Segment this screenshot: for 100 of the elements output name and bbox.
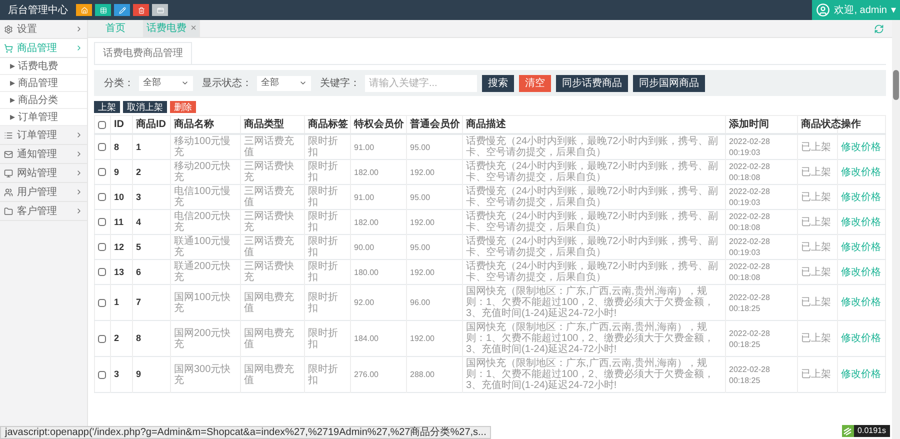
table-cell-text: 国网200元快充 bbox=[174, 328, 232, 350]
chevron-icon bbox=[75, 25, 83, 33]
edit-price-link[interactable]: 修改价格 bbox=[841, 369, 882, 380]
table-cell-text: 限时折扣 bbox=[308, 292, 339, 314]
row-checkbox[interactable] bbox=[98, 168, 106, 176]
edit-price-link[interactable]: 修改价格 bbox=[841, 333, 882, 344]
table-cell-text: 话费快充（24小时内到账，最晚72小时内到账，携号、副卡、空号请勿提交，后果自负） bbox=[466, 211, 720, 233]
table-cell-text: 2022-02-28 00:19:03 bbox=[729, 136, 771, 158]
table-cell-text: 95.00 bbox=[410, 142, 432, 152]
monitor-icon bbox=[4, 168, 13, 178]
table-cell-text: 话费慢充（24小时内到账，最晚72小时内到账，携号、副卡、空号请勿提交，后果自负） bbox=[466, 186, 720, 208]
row-checkbox[interactable] bbox=[98, 243, 106, 251]
table-cell-text: 91.00 bbox=[354, 142, 376, 152]
bulk-action-button[interactable]: 上架 bbox=[94, 101, 120, 113]
chevron-down-icon bbox=[181, 79, 189, 87]
chevron-icon bbox=[75, 150, 83, 158]
table-cell-text: 联通100元慢充 bbox=[174, 236, 232, 258]
select-all-checkbox[interactable] bbox=[98, 120, 106, 128]
table-cell-text: 三网话费充值 bbox=[244, 136, 295, 158]
sidebar-item[interactable]: 订单管理 bbox=[0, 126, 87, 145]
edit-price-link[interactable]: 修改价格 bbox=[841, 166, 882, 178]
panel-tab[interactable]: 话费电费商品管理 bbox=[94, 42, 192, 64]
edit-price-link[interactable]: 修改价格 bbox=[841, 192, 882, 202]
row-checkbox[interactable] bbox=[98, 218, 106, 226]
sidebar-item[interactable]: 用户管理 bbox=[0, 183, 87, 202]
table-cell-text: 9 bbox=[136, 369, 142, 380]
window-icon bbox=[156, 6, 164, 14]
status-select[interactable]: 全部 bbox=[257, 76, 311, 90]
row-checkbox[interactable] bbox=[98, 143, 106, 151]
edit-price-link[interactable]: 修改价格 bbox=[841, 266, 882, 278]
row-checkbox[interactable] bbox=[98, 268, 106, 276]
quick-button[interactable] bbox=[133, 4, 149, 16]
scrollbar[interactable] bbox=[892, 20, 900, 439]
envelope-icon bbox=[4, 150, 13, 158]
table-cell-text: 6 bbox=[136, 266, 142, 278]
sidebar-subitem[interactable]: ▸ 订单管理 bbox=[0, 109, 87, 126]
filter-button[interactable]: 同步国网商品 bbox=[633, 74, 705, 92]
sidebar-item[interactable]: 客户管理 bbox=[0, 202, 87, 221]
table-cell-text: 192.00 bbox=[410, 216, 436, 228]
table-cell-text: 国网300元快充 bbox=[174, 364, 232, 386]
page-tab[interactable]: 话费电费 × bbox=[144, 20, 200, 37]
close-button[interactable]: × bbox=[190, 21, 196, 36]
column-header: 商品ID bbox=[132, 116, 170, 134]
chevron-icon bbox=[75, 188, 83, 196]
table-cell-text: 已上架 bbox=[801, 242, 832, 252]
table-cell-text: 2022-02-28 00:18:08 bbox=[729, 161, 771, 183]
edit-price-link[interactable]: 修改价格 bbox=[841, 216, 882, 228]
column-header: 特权会员价 bbox=[350, 116, 406, 134]
row-checkbox[interactable] bbox=[98, 370, 106, 378]
row-checkbox[interactable] bbox=[98, 298, 106, 306]
gear-icon bbox=[4, 24, 13, 34]
filter-button[interactable]: 搜索 bbox=[482, 74, 514, 92]
table-cell-text: 182.00 bbox=[354, 166, 380, 178]
timer-badge: 0.0191s bbox=[854, 425, 890, 437]
table-cell-text: 12 bbox=[114, 242, 126, 252]
refresh-icon[interactable] bbox=[874, 24, 884, 34]
table-cell-text: 已上架 bbox=[801, 369, 832, 380]
sidebar-item[interactable]: 网站管理 bbox=[0, 164, 87, 183]
category-select[interactable]: 全部 bbox=[139, 76, 193, 90]
bulk-action-button[interactable]: 删除 bbox=[170, 101, 196, 113]
row-checkbox[interactable] bbox=[98, 334, 106, 342]
row-checkbox[interactable] bbox=[98, 193, 106, 201]
sidebar-item[interactable]: 通知管理 bbox=[0, 145, 87, 164]
users-icon bbox=[4, 188, 13, 196]
table-cell-text: 限时折扣 bbox=[308, 364, 339, 386]
sidebar-item[interactable]: 商品管理 bbox=[0, 39, 87, 58]
chevron-icon bbox=[75, 169, 83, 177]
table-cell-text: 8 bbox=[114, 142, 120, 152]
bulk-action-button[interactable]: 取消上架 bbox=[123, 101, 167, 113]
table-cell-text: 91.00 bbox=[354, 192, 376, 202]
edit-price-link[interactable]: 修改价格 bbox=[841, 297, 882, 308]
sidebar-subitem[interactable]: ▸ 商品管理 bbox=[0, 75, 87, 92]
table-cell-text: 国网快充（限制地区：广东,广西,云南,贵州,海南），规则：1、欠费不能超过100，2、缴费必须大于欠费金额，3、充值时间(1-24)延迟24-72小时! bbox=[466, 286, 715, 319]
table-cell-text: 三网话费快充 bbox=[244, 211, 295, 233]
table-cell-text: 3 bbox=[136, 192, 142, 202]
chevron-icon bbox=[75, 207, 83, 215]
edit-price-link[interactable]: 修改价格 bbox=[841, 142, 882, 152]
table-cell-text: 11 bbox=[114, 216, 125, 228]
table-cell-text: 2022-02-28 00:19:03 bbox=[729, 236, 771, 258]
column-header: 商品类型 bbox=[240, 116, 304, 134]
table-cell-text: 限时折扣 bbox=[308, 328, 339, 350]
table-cell-text: 已上架 bbox=[801, 216, 832, 228]
table-cell-text: 话费快充（24小时内到账，最晚72小时内到账，携号、副卡、空号请勿提交，后果自负） bbox=[466, 261, 720, 283]
pencil-icon bbox=[118, 6, 126, 14]
keyword-field[interactable]: 请输入关键字... bbox=[365, 74, 477, 92]
quick-button[interactable] bbox=[114, 4, 130, 16]
table-cell-text: 180.00 bbox=[354, 266, 380, 278]
filter-button[interactable]: 同步话费商品 bbox=[556, 74, 628, 92]
table-cell-text: 已上架 bbox=[801, 192, 832, 202]
sidebar-subitem[interactable]: ▸ 话费电费 bbox=[0, 58, 87, 75]
user-menu[interactable]: 欢迎, admin ▾ bbox=[812, 0, 900, 20]
table-cell-text: 192.00 bbox=[410, 333, 436, 344]
edit-price-link[interactable]: 修改价格 bbox=[841, 242, 882, 252]
table-cell-text: 96.00 bbox=[410, 297, 432, 308]
table-cell-text: 三网话费充值 bbox=[244, 186, 295, 208]
table-cell-text: 限时折扣 bbox=[308, 236, 339, 258]
filter-button[interactable]: 清空 bbox=[519, 74, 551, 92]
table-cell-text: 2022-02-28 00:18:25 bbox=[729, 364, 771, 386]
table-cell-text: 三网话费充值 bbox=[244, 236, 295, 258]
sidebar-subitem[interactable]: ▸ 商品分类 bbox=[0, 92, 87, 109]
